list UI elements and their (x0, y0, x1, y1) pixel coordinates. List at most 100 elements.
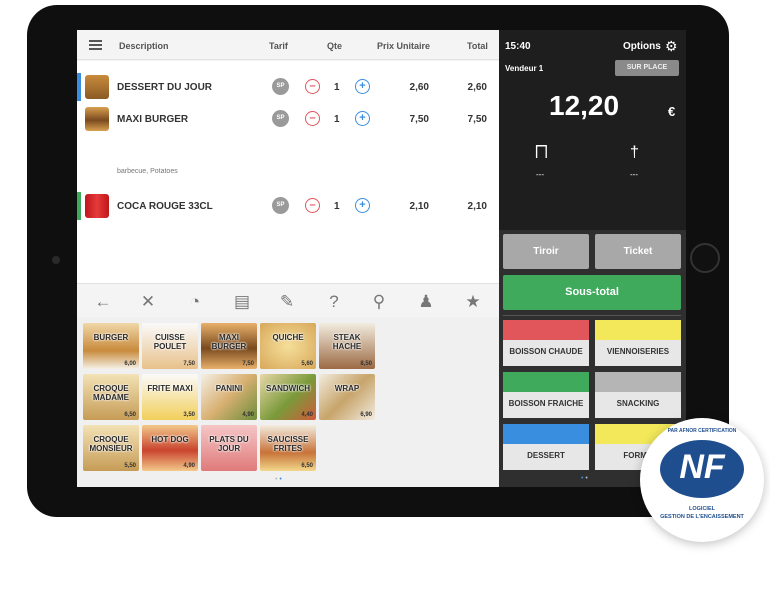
category-boisson-fraiche[interactable]: BOISSON FRAICHE (503, 372, 589, 418)
order-lines: DESSERT DU JOUR SP – 1 + 2,60 2,60 MAXI … (77, 61, 499, 283)
product-label: PANINI (215, 384, 243, 393)
line-name: MAXI BURGER (117, 114, 189, 125)
product-price: 7,50 (242, 361, 254, 367)
line-qty: 1 (334, 114, 340, 125)
order-line[interactable]: DESSERT DU JOUR SP – 1 + 2,60 2,60 (77, 73, 499, 101)
total-amount: 12,20 (549, 90, 620, 121)
cutlery-icon[interactable]: † (630, 144, 639, 162)
product-tile[interactable]: SANDWICH 4,40 (260, 374, 316, 420)
page-indicator[interactable]: • • (275, 476, 282, 483)
options-button[interactable]: Options (623, 41, 661, 52)
line-total: 2,60 (467, 82, 487, 93)
gear-icon[interactable]: ⚙ (665, 38, 678, 55)
product-tile[interactable]: SAUCISSE FRITES 6,50 (260, 425, 316, 471)
col-total: Total (467, 41, 488, 51)
pencil-icon[interactable]: ✎ (277, 292, 297, 312)
line-total: 2,10 (467, 201, 487, 212)
product-price: 6,90 (360, 412, 372, 418)
product-label: SAUCISSE FRITES (267, 435, 309, 453)
product-price: 6,50 (124, 412, 136, 418)
ticket-button[interactable]: Ticket (595, 234, 681, 269)
table-icon[interactable]: ⨅ (535, 144, 548, 162)
vendor-label[interactable]: Vendeur 1 (505, 64, 543, 73)
category-label: SNACKING (616, 399, 660, 408)
product-price: 3,50 (183, 412, 195, 418)
tablet-home-button[interactable] (690, 243, 720, 273)
increase-qty-button[interactable]: + (355, 111, 370, 126)
product-tile[interactable]: HOT DOG 4,90 (142, 425, 198, 471)
menu-icon[interactable] (89, 40, 102, 50)
col-qte: Qte (327, 41, 343, 51)
product-label: STEAK HACHE (332, 333, 362, 351)
category-dessert[interactable]: DESSERT (503, 424, 589, 470)
line-accent (77, 73, 81, 101)
product-label: HOT DOG (151, 435, 189, 444)
category-boisson-chaude[interactable]: BOISSON CHAUDE (503, 320, 589, 366)
subtotal-button[interactable]: Sous-total (503, 275, 681, 310)
currency-symbol: € (668, 104, 676, 119)
increase-qty-button[interactable]: + (355, 198, 370, 213)
decrease-qty-button[interactable]: – (305, 79, 320, 94)
divider (503, 315, 681, 316)
decrease-qty-button[interactable]: – (305, 198, 320, 213)
category-color (503, 424, 589, 444)
checkout-panel: 15:40 Options ⚙ Vendeur 1 SUR PLACE 12,2… (499, 30, 686, 487)
product-thumbnail (85, 107, 109, 131)
order-header: Description Tarif Qte Prix Unitaire Tota… (77, 30, 499, 60)
category-label: BOISSON FRAICHE (508, 399, 584, 408)
product-label: PLATS DU JOUR (209, 435, 249, 453)
product-label: CROQUE MADAME (93, 384, 129, 402)
category-color (595, 320, 681, 340)
person-icon[interactable]: ♟ (416, 292, 436, 312)
tiroir-button[interactable]: Tiroir (503, 234, 589, 269)
product-tile[interactable]: CUISSE POULET 7,50 (142, 323, 198, 369)
category-viennoiseries[interactable]: VIENNOISERIES (595, 320, 681, 366)
tarif-badge[interactable]: SP (272, 110, 289, 127)
product-tile[interactable]: WRAP 6,90 (319, 374, 375, 420)
product-tile[interactable]: PLATS DU JOUR (201, 425, 257, 471)
arrow-left-icon[interactable]: ← (93, 292, 113, 312)
question-icon[interactable]: ? (324, 292, 344, 312)
product-label: FRITE MAXI (147, 384, 193, 393)
line-note: barbecue, Potatoes (117, 168, 178, 175)
product-price: 4,90 (183, 463, 195, 469)
product-tile[interactable]: PANINI 4,90 (201, 374, 257, 420)
category-color (503, 372, 589, 392)
product-tile[interactable]: STEAK HACHE 8,50 (319, 323, 375, 369)
product-price: 4,40 (301, 412, 313, 418)
col-description: Description (119, 41, 169, 51)
star-icon[interactable]: ★ (463, 292, 483, 312)
service-mode-button[interactable]: SUR PLACE (615, 60, 679, 76)
increase-qty-button[interactable]: + (355, 79, 370, 94)
clock: 15:40 (505, 41, 531, 52)
product-price: 6,50 (301, 463, 313, 469)
table-value: --- (536, 170, 544, 179)
line-accent (77, 192, 81, 220)
product-thumbnail (85, 194, 109, 218)
line-unit-price: 7,50 (409, 114, 429, 125)
product-price: 5,50 (124, 463, 136, 469)
tarif-badge[interactable]: SP (272, 197, 289, 214)
search-icon[interactable]: ⚲ (369, 292, 389, 312)
category-color (503, 320, 589, 340)
category-snacking[interactable]: SNACKING (595, 372, 681, 418)
product-tile[interactable]: FRITE MAXI 3,50 (142, 374, 198, 420)
product-tile[interactable]: MAXI BURGER 7,50 (201, 323, 257, 369)
product-tile[interactable]: QUICHE 5,60 (260, 323, 316, 369)
decrease-qty-button[interactable]: – (305, 111, 320, 126)
pos-screen: Description Tarif Qte Prix Unitaire Tota… (77, 30, 686, 487)
product-tile[interactable]: CROQUE MONSIEUR 5,50 (83, 425, 139, 471)
tablet-camera (52, 256, 60, 264)
product-price: 4,90 (242, 412, 254, 418)
close-icon[interactable]: ✕ (138, 292, 158, 312)
page-indicator[interactable]: • • (581, 475, 588, 482)
nf-logo-letters: NF (679, 448, 725, 486)
timer-icon[interactable]: ◔ (185, 292, 205, 312)
tarif-badge[interactable]: SP (272, 78, 289, 95)
order-line[interactable]: MAXI BURGER SP – 1 + 7,50 7,50 (77, 105, 499, 133)
order-line[interactable]: COCA ROUGE 33CL SP – 1 + 2,10 2,10 (77, 192, 499, 220)
printer-icon[interactable]: ▤ (232, 292, 252, 312)
product-tile[interactable]: BURGER 6,00 (83, 323, 139, 369)
covers-value: --- (630, 170, 638, 179)
product-tile[interactable]: CROQUE MADAME 6,50 (83, 374, 139, 420)
